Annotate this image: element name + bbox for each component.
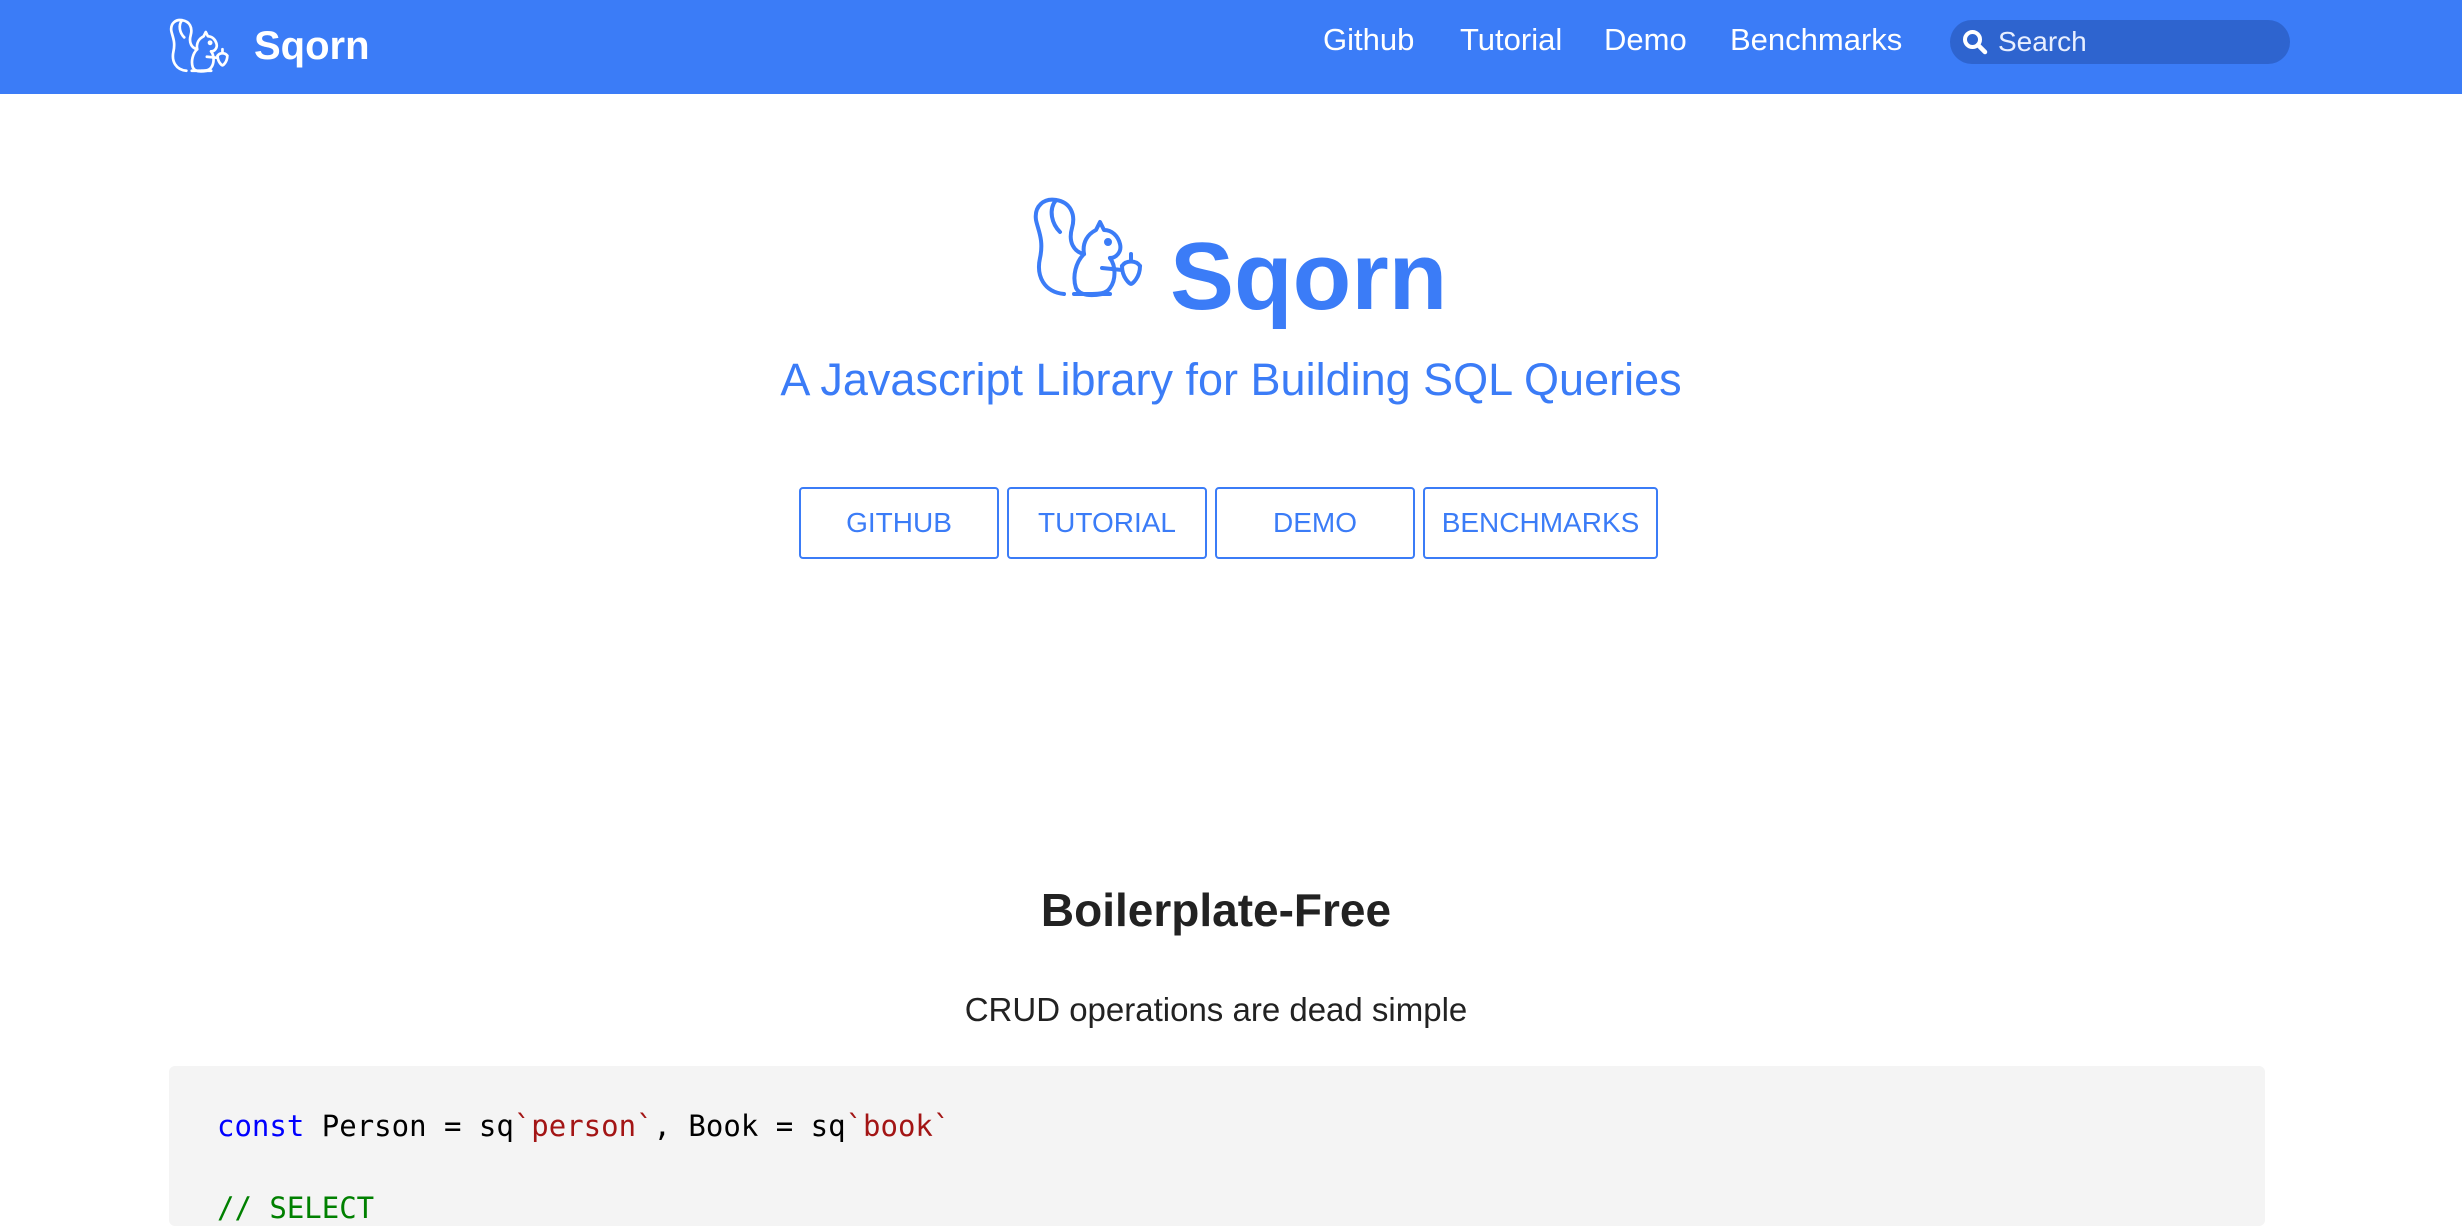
brand-link[interactable]: Sqorn — [168, 14, 370, 78]
code-text: , Book = sq — [653, 1109, 846, 1143]
nav-link-github[interactable]: Github — [1323, 22, 1414, 58]
nav-link-demo[interactable]: Demo — [1604, 22, 1687, 58]
hero-title: Sqorn — [1170, 223, 1448, 330]
nav-link-tutorial[interactable]: Tutorial — [1460, 22, 1562, 58]
code-line: const Person = sq`person`, Book = sq`boo… — [217, 1106, 950, 1146]
code-string: `person` — [513, 1109, 654, 1143]
section-title: Boilerplate-Free — [1040, 884, 1392, 936]
hero-benchmarks-button[interactable]: BENCHMARKS — [1423, 487, 1658, 559]
code-block: const Person = sq`person`, Book = sq`boo… — [169, 1066, 2265, 1226]
code-comment: // SELECT — [217, 1191, 375, 1225]
hero-github-button[interactable]: GITHUB — [799, 487, 999, 559]
search-input[interactable] — [1998, 20, 2278, 64]
brand-name: Sqorn — [254, 23, 370, 68]
hero-tagline: A Javascript Library for Building SQL Qu… — [780, 354, 1682, 405]
code-string: `book` — [845, 1109, 951, 1143]
hero-demo-button[interactable]: DEMO — [1215, 487, 1415, 559]
squirrel-logo-icon — [1033, 197, 1142, 298]
squirrel-logo-icon — [169, 18, 229, 73]
hero-tutorial-button[interactable]: TUTORIAL — [1007, 487, 1207, 559]
code-keyword: const — [217, 1109, 305, 1143]
search-icon — [1963, 30, 1988, 55]
section-subtitle: CRUD operations are dead simple — [964, 991, 1468, 1028]
nav-link-benchmarks[interactable]: Benchmarks — [1730, 22, 1902, 58]
code-text: Person = sq — [304, 1109, 514, 1143]
top-navbar: Sqorn Github Tutorial Demo Benchmarks — [0, 0, 2462, 94]
search-box[interactable] — [1950, 20, 2290, 64]
